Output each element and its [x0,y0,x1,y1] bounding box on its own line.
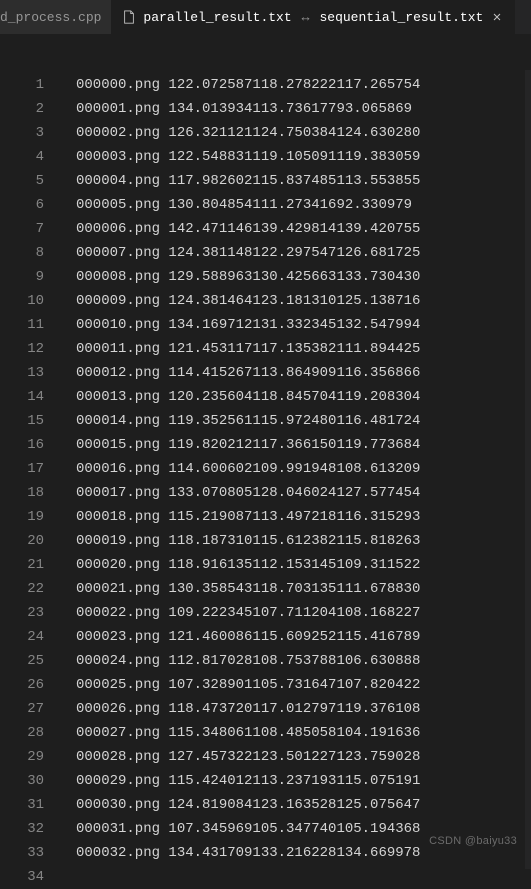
code-line: 000016.png 114.600602109.991948108.61320… [62,457,531,481]
line-number: 5 [0,169,44,193]
code-line: 000014.png 119.352561115.972480116.48172… [62,409,531,433]
line-number: 8 [0,241,44,265]
tab-label: d_process.cpp [0,10,101,25]
line-number: 10 [0,289,44,313]
code-line: 000005.png 130.804854111.27341692.330979 [62,193,531,217]
tab-bar: d_process.cpp parallel_result.txt ↔ sequ… [0,0,531,35]
line-number: 30 [0,769,44,793]
tab-diff-left: parallel_result.txt [143,10,291,25]
code-line: 000011.png 121.453117117.135382111.89442… [62,337,531,361]
line-number: 1 [0,73,44,97]
code-line: 000017.png 133.070805128.046024127.57745… [62,481,531,505]
line-number: 28 [0,721,44,745]
code-line: 000006.png 142.471146139.429814139.42075… [62,217,531,241]
line-number: 31 [0,793,44,817]
line-number: 20 [0,529,44,553]
line-number: 6 [0,193,44,217]
code-line: 000010.png 134.169712131.332345132.54799… [62,313,531,337]
line-number: 9 [0,265,44,289]
code-line: 000028.png 127.457322123.501227123.75902… [62,745,531,769]
code-line: 000024.png 112.817028108.753788106.63088… [62,649,531,673]
code-line: 000008.png 129.588963130.425663133.73043… [62,265,531,289]
code-line: 000033.png 58.60886057.76490755.983900 [62,865,531,869]
line-number: 24 [0,625,44,649]
code-line: 000009.png 124.381464123.181310125.13871… [62,289,531,313]
line-number: 29 [0,745,44,769]
code-line: 000029.png 115.424012113.237193115.07519… [62,769,531,793]
code-line: 000019.png 118.187310115.612382115.81826… [62,529,531,553]
line-number: 14 [0,385,44,409]
line-number: 33 [0,841,44,865]
line-number: 22 [0,577,44,601]
minimap[interactable] [525,70,531,869]
code-line: 000021.png 130.358543118.703135111.67883… [62,577,531,601]
code-line: 000027.png 115.348061108.485058104.19163… [62,721,531,745]
code-line: 000007.png 124.381148122.297547126.68172… [62,241,531,265]
code-line: 000013.png 120.235604118.845704119.20830… [62,385,531,409]
line-number: 27 [0,697,44,721]
code-line: 000002.png 126.321121124.750384124.63028… [62,121,531,145]
tab-diff-active[interactable]: parallel_result.txt ↔ sequential_result.… [111,0,515,34]
close-icon[interactable] [489,9,505,25]
line-number: 16 [0,433,44,457]
line-number: 21 [0,553,44,577]
editor: 1234567891011121314151617181920212223242… [0,35,531,869]
code-line: 000020.png 118.916135112.153145109.31152… [62,553,531,577]
code-line: 000001.png 134.013934113.73617793.065869 [62,97,531,121]
code-line: 000012.png 114.415267113.864909116.35686… [62,361,531,385]
line-number: 15 [0,409,44,433]
line-number: 17 [0,457,44,481]
tab-partial[interactable]: d_process.cpp [0,0,111,34]
code-line: 000004.png 117.982602115.837485113.55385… [62,169,531,193]
code-line: 000015.png 119.820212117.366150119.77368… [62,433,531,457]
watermark: CSDN @baiyu33 [429,835,517,847]
line-number: 12 [0,337,44,361]
code-line: 000026.png 118.473720117.012797119.37610… [62,697,531,721]
code-line: 000030.png 124.819084123.163528125.07564… [62,793,531,817]
line-number: 4 [0,145,44,169]
line-number: 3 [0,121,44,145]
line-number-gutter: 1234567891011121314151617181920212223242… [0,35,62,869]
line-number: 13 [0,361,44,385]
line-number: 18 [0,481,44,505]
line-number: 2 [0,97,44,121]
code-line: 000023.png 121.460086115.609252115.41678… [62,625,531,649]
tab-diff-right: sequential_result.txt [319,10,483,25]
line-number: 25 [0,649,44,673]
line-number: 23 [0,601,44,625]
line-number: 32 [0,817,44,841]
line-number: 7 [0,217,44,241]
code-line: 000000.png 122.072587118.278222117.26575… [62,73,531,97]
code-line: 000022.png 109.222345107.711204108.16822… [62,601,531,625]
editor-content[interactable]: 000000.png 122.072587118.278222117.26575… [62,35,531,869]
code-line: 000018.png 115.219087113.497218116.31529… [62,505,531,529]
code-line: 000003.png 122.548831119.105091119.38305… [62,145,531,169]
line-number: 19 [0,505,44,529]
file-icon [121,9,137,25]
diff-arrow-icon: ↔ [298,10,314,25]
code-line: 000025.png 107.328901105.731647107.82042… [62,673,531,697]
line-number: 11 [0,313,44,337]
line-number: 26 [0,673,44,697]
